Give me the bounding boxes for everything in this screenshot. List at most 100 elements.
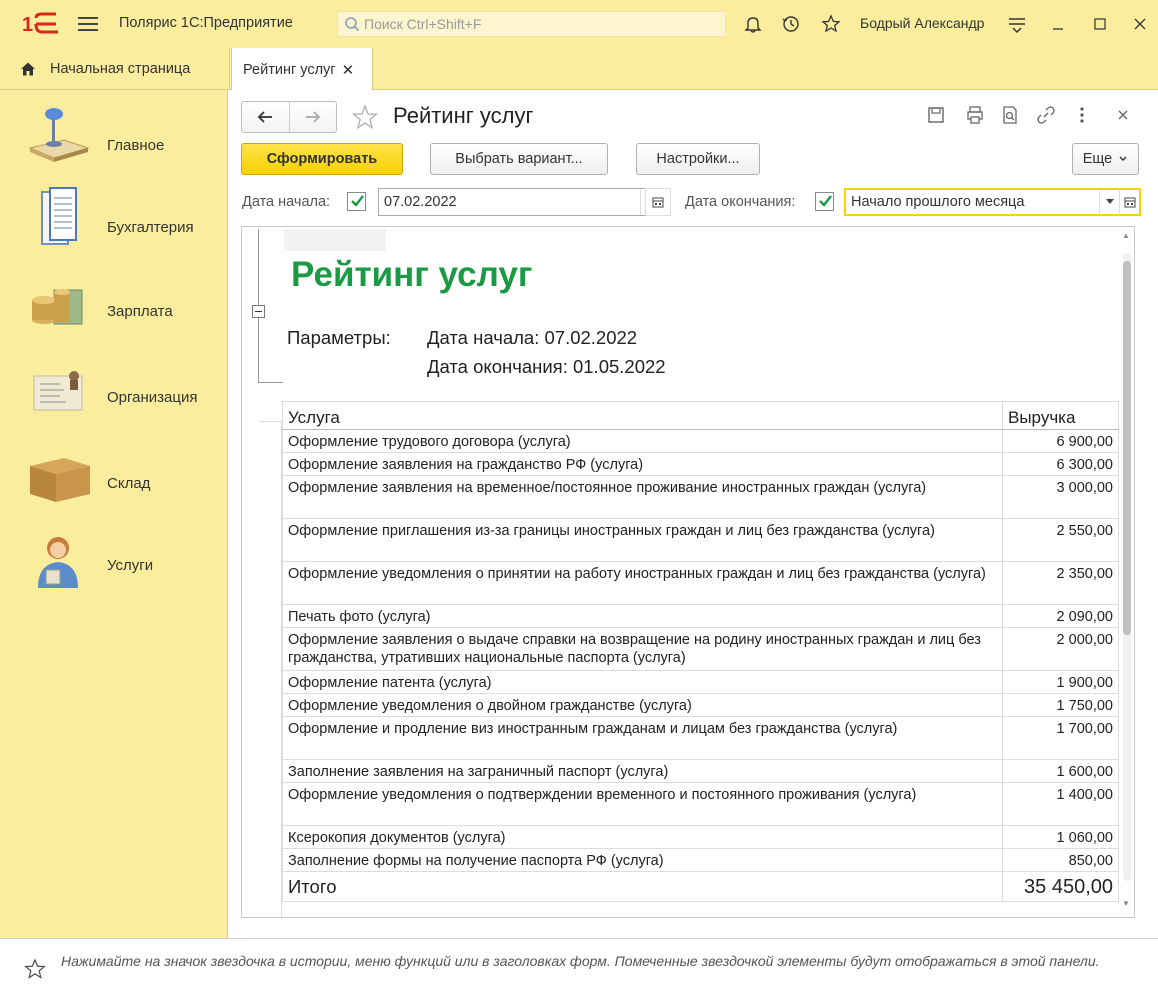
forward-button[interactable] (290, 102, 337, 132)
bell-icon[interactable] (743, 14, 763, 34)
table-row[interactable]: Оформление уведомления о подтверждении в… (282, 782, 1119, 826)
revenue-cell[interactable]: 3 000,00 (1002, 475, 1119, 519)
service-cell[interactable]: Оформление уведомления о подтверждении в… (282, 782, 1003, 826)
sidebar-item-organization[interactable]: Организация (0, 358, 228, 442)
scroll-up-icon[interactable]: ▲ (1122, 231, 1130, 240)
table-row[interactable]: Оформление патента (услуга) 1 900,00 (282, 670, 1119, 694)
minimize-icon[interactable] (1046, 12, 1070, 36)
dropdown-icon[interactable] (1099, 189, 1119, 215)
report-spreadsheet[interactable]: Рейтинг услуг Параметры: Дата начала: 07… (241, 226, 1135, 918)
history-icon[interactable] (781, 14, 801, 34)
star-icon[interactable] (821, 14, 841, 34)
revenue-cell[interactable]: 2 000,00 (1002, 627, 1119, 671)
close-form-icon[interactable] (1113, 105, 1133, 125)
star-icon (24, 958, 46, 979)
user-name[interactable]: Бодрый Александр (860, 15, 984, 31)
table-row[interactable]: Оформление приглашения из-за границы ино… (282, 518, 1119, 562)
favorite-star-icon[interactable] (352, 104, 378, 130)
service-cell[interactable]: Оформление приглашения из-за границы ино… (282, 518, 1003, 562)
search-input[interactable] (364, 16, 704, 32)
date-start-value[interactable]: 07.02.2022 (379, 194, 640, 210)
tab-rating[interactable]: Рейтинг услуг ✕ (231, 48, 373, 91)
scroll-down-icon[interactable]: ▼ (1122, 899, 1130, 908)
revenue-cell[interactable]: 2 090,00 (1002, 604, 1119, 628)
choose-variant-button[interactable]: Выбрать вариант... (430, 143, 608, 175)
service-cell[interactable]: Оформление и продление виз иностранным г… (282, 716, 1003, 760)
link-icon[interactable] (1036, 105, 1056, 125)
tab-home[interactable]: Начальная страница (0, 48, 226, 90)
sidebar-item-label: Склад (107, 475, 151, 492)
generate-button[interactable]: Сформировать (241, 143, 403, 175)
table-row[interactable]: Оформление и продление виз иностранным г… (282, 716, 1119, 760)
date-start-calendar-button[interactable] (645, 188, 671, 216)
service-cell[interactable]: Оформление заявления на гражданство РФ (… (282, 452, 1003, 476)
revenue-cell[interactable]: 2 350,00 (1002, 561, 1119, 605)
service-cell[interactable]: Оформление трудового договора (услуга) (282, 429, 1003, 453)
service-cell[interactable]: Заполнение заявления на заграничный пасп… (282, 759, 1003, 783)
date-end-field[interactable]: Начало прошлого месяца (844, 188, 1141, 216)
table-row[interactable]: Оформление заявления на гражданство РФ (… (282, 452, 1119, 476)
service-cell[interactable]: Ксерокопия документов (услуга) (282, 825, 1003, 849)
back-button[interactable] (242, 102, 290, 132)
sidebar-item-accounting[interactable]: Бухгалтерия (0, 186, 228, 270)
save-icon[interactable] (926, 105, 946, 125)
revenue-cell[interactable]: 2 550,00 (1002, 518, 1119, 562)
revenue-cell[interactable]: 1 900,00 (1002, 670, 1119, 694)
revenue-cell[interactable]: 1 400,00 (1002, 782, 1119, 826)
more-vertical-icon[interactable] (1072, 105, 1092, 125)
sidebar-item-warehouse[interactable]: Склад (0, 444, 228, 528)
main-menu-icon[interactable] (78, 14, 98, 34)
scrollbar-thumb[interactable] (1123, 261, 1131, 635)
table-row[interactable]: Оформление заявления на временное/постоя… (282, 475, 1119, 519)
date-start-label: Дата начала: (242, 194, 331, 210)
report-title: Рейтинг услуг (291, 255, 533, 294)
total-row[interactable]: Итого 35 450,00 (282, 871, 1119, 902)
table-row[interactable]: Ксерокопия документов (услуга) 1 060,00 (282, 825, 1119, 849)
date-end-checkbox[interactable] (815, 192, 834, 211)
table-row[interactable]: Печать фото (услуга) 2 090,00 (282, 604, 1119, 628)
table-row[interactable]: Оформление уведомления о принятии на раб… (282, 561, 1119, 605)
collapse-group-icon[interactable] (252, 305, 265, 318)
checkmark-icon (351, 195, 364, 207)
service-cell[interactable]: Оформление заявления на временное/постоя… (282, 475, 1003, 519)
revenue-cell[interactable]: 1 060,00 (1002, 825, 1119, 849)
close-tab-icon[interactable]: ✕ (342, 61, 355, 79)
revenue-cell[interactable]: 1 600,00 (1002, 759, 1119, 783)
total-value[interactable]: 35 450,00 (1002, 871, 1119, 902)
sidebar-item-main[interactable]: Главное (0, 104, 228, 188)
table-row[interactable]: Заполнение заявления на заграничный пасп… (282, 759, 1119, 783)
settings-menu-icon[interactable] (1007, 14, 1027, 34)
1c-logo-icon[interactable]: 1 (22, 12, 64, 36)
sidebar-item-label: Бухгалтерия (107, 219, 194, 236)
preview-icon[interactable] (1000, 105, 1020, 125)
service-cell[interactable]: Оформление уведомления о двойном граждан… (282, 693, 1003, 717)
service-cell[interactable]: Оформление заявления о выдаче справки на… (282, 627, 1003, 671)
close-icon[interactable] (1128, 12, 1152, 36)
date-end-value[interactable]: Начало прошлого месяца (846, 194, 1099, 210)
revenue-cell[interactable]: 1 750,00 (1002, 693, 1119, 717)
tabs-bar: Начальная страница Рейтинг услуг ✕ (0, 48, 1158, 91)
more-button[interactable]: Еще (1072, 143, 1139, 175)
table-row[interactable]: Оформление уведомления о двойном граждан… (282, 693, 1119, 717)
revenue-cell[interactable]: 6 300,00 (1002, 452, 1119, 476)
print-icon[interactable] (965, 105, 985, 125)
calendar-button[interactable] (1119, 189, 1139, 215)
service-cell[interactable]: Заполнение формы на получение паспорта Р… (282, 848, 1003, 872)
revenue-cell[interactable]: 6 900,00 (1002, 429, 1119, 453)
table-row[interactable]: Оформление трудового договора (услуга) 6 … (282, 429, 1119, 453)
settings-button[interactable]: Настройки... (636, 143, 760, 175)
maximize-icon[interactable] (1088, 12, 1112, 36)
service-cell[interactable]: Оформление патента (услуга) (282, 670, 1003, 694)
table-row[interactable]: Оформление заявления о выдаче справки на… (282, 627, 1119, 671)
sidebar-item-services[interactable]: Услуги (0, 530, 228, 614)
date-start-checkbox[interactable] (347, 192, 366, 211)
search-box[interactable] (337, 11, 726, 37)
date-start-field[interactable]: 07.02.2022 (378, 188, 661, 216)
revenue-cell[interactable]: 1 700,00 (1002, 716, 1119, 760)
service-cell[interactable]: Оформление уведомления о принятии на раб… (282, 561, 1003, 605)
sidebar-item-salary[interactable]: Зарплата (0, 272, 228, 356)
favorites-hint: Нажимайте на значок звездочка в истории,… (61, 953, 1100, 969)
service-cell[interactable]: Печать фото (услуга) (282, 604, 1003, 628)
table-row[interactable]: Заполнение формы на получение паспорта Р… (282, 848, 1119, 872)
revenue-cell[interactable]: 850,00 (1002, 848, 1119, 872)
